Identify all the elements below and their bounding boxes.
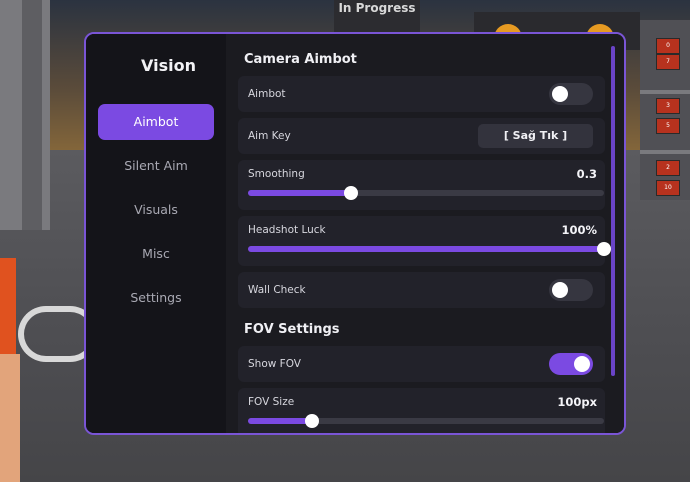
content-scrollbar[interactable] (611, 46, 615, 376)
smoothing-slider[interactable] (248, 186, 604, 200)
headshot-luck-label: Headshot Luck (248, 224, 326, 236)
aim-key-button[interactable]: [ Sağ Tık ] (478, 124, 593, 148)
orange-pole (0, 258, 16, 358)
show-fov-row: Show FOV (238, 346, 605, 382)
fov-size-row: FOV Size 100px (238, 388, 605, 433)
fov-size-label: FOV Size (248, 396, 295, 408)
sidebar-item-silent-aim[interactable]: Silent Aim (98, 148, 214, 184)
headshot-luck-slider[interactable] (248, 242, 611, 256)
aimbot-label: Aimbot (248, 88, 286, 100)
fov-size-value: 100px (557, 395, 597, 409)
sidebar: Vision Aimbot Silent Aim Visuals Misc Se… (86, 34, 226, 433)
aimbot-row: Aimbot (238, 76, 605, 112)
sidebar-item-visuals[interactable]: Visuals (98, 192, 214, 228)
section-title-fov-settings: FOV Settings (244, 322, 340, 337)
sidebar-item-misc[interactable]: Misc (98, 236, 214, 272)
aim-key-label: Aim Key (248, 130, 291, 142)
wall-stripe (640, 150, 690, 154)
aimbot-toggle[interactable] (549, 83, 593, 105)
section-title-camera-aimbot: Camera Aimbot (244, 52, 357, 67)
skin-pole (0, 354, 20, 482)
sidebar-nav: Aimbot Silent Aim Visuals Misc Settings (98, 104, 214, 324)
aim-key-row: Aim Key [ Sağ Tık ] (238, 118, 605, 154)
toggle-knob (574, 356, 590, 372)
headshot-luck-row: Headshot Luck 100% (238, 216, 611, 266)
score-tag: 7 (656, 54, 680, 70)
show-fov-label: Show FOV (248, 358, 301, 370)
score-tag: 5 (656, 118, 680, 134)
slider-fill (248, 246, 604, 252)
slider-thumb[interactable] (597, 242, 611, 256)
score-tag: 2 (656, 160, 680, 176)
sidebar-item-settings[interactable]: Settings (98, 280, 214, 316)
score-tag: 0 (656, 38, 680, 54)
score-tag: 10 (656, 180, 680, 196)
slider-fill (248, 418, 313, 424)
slider-fill (248, 190, 352, 196)
smoothing-value: 0.3 (576, 167, 597, 181)
settings-panel: Vision Aimbot Silent Aim Visuals Misc Se… (84, 32, 626, 435)
slider-thumb[interactable] (305, 414, 320, 428)
slider-thumb[interactable] (344, 186, 359, 200)
headshot-luck-value: 100% (561, 223, 597, 237)
wall-check-label: Wall Check (248, 284, 306, 296)
concrete-pillar-shadow (22, 0, 42, 230)
wall-stripe (640, 90, 690, 94)
wall-check-toggle[interactable] (549, 279, 593, 301)
toggle-knob (552, 282, 568, 298)
score-tag: 3 (656, 98, 680, 114)
wall-check-row: Wall Check (238, 272, 605, 308)
sidebar-item-aimbot[interactable]: Aimbot (98, 104, 214, 140)
progress-sign: In Progress (334, 0, 420, 32)
smoothing-row: Smoothing 0.3 (238, 160, 605, 210)
content-area: Camera Aimbot Aimbot Aim Key [ Sağ Tık ]… (226, 34, 624, 433)
toggle-knob (552, 86, 568, 102)
show-fov-toggle[interactable] (549, 353, 593, 375)
smoothing-label: Smoothing (248, 168, 305, 180)
fov-size-slider[interactable] (248, 414, 604, 428)
